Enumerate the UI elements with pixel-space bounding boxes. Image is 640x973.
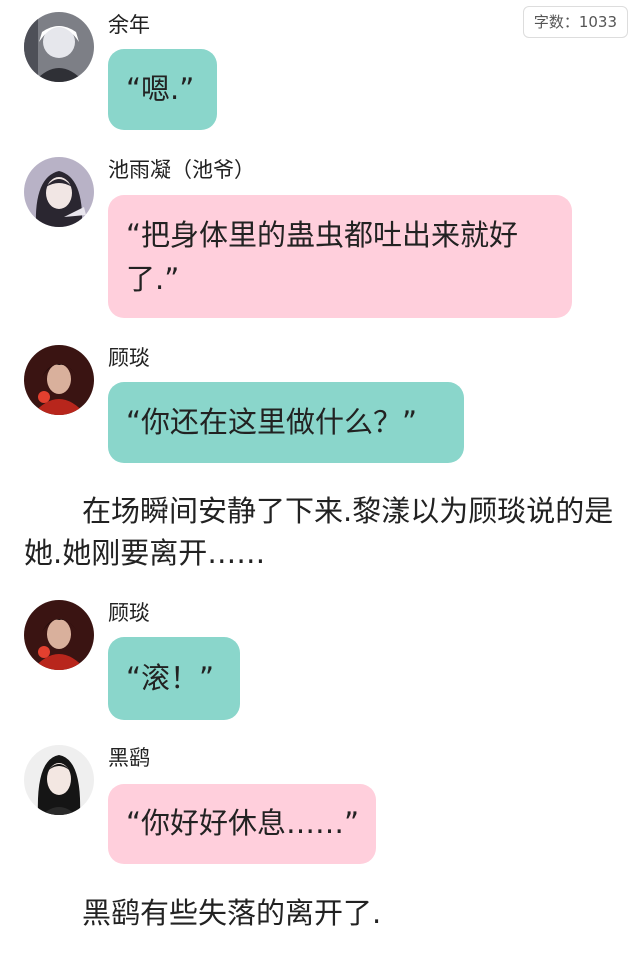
avatar[interactable] [24, 12, 94, 82]
narration-text: 在场瞬间安静了下来.黎漾以为顾琰说的是她.她刚要离开…… [24, 494, 614, 570]
long-black-hair-avatar-icon [24, 745, 94, 815]
chat-message: 池雨凝（池爷） “把身体里的蛊虫都吐出来就好了.” [0, 157, 640, 322]
chat-message: 顾琰 “你还在这里做什么？” [0, 345, 640, 465]
narration-text: 黑鹞有些失落的离开了. [82, 896, 382, 930]
avatar[interactable] [24, 745, 94, 815]
red-dark-avatar-icon [24, 600, 94, 670]
sender-name: 顾琰 [108, 601, 150, 625]
avatar[interactable] [24, 600, 94, 670]
chat-bubble: “把身体里的蛊虫都吐出来就好了.” [108, 195, 572, 318]
chat-message: 黑鹞 “你好好休息……” [0, 745, 640, 865]
chat-bubble: “你还在这里做什么？” [108, 382, 464, 463]
avatar[interactable] [24, 157, 94, 227]
chat-bubble: “你好好休息……” [108, 784, 376, 864]
white-hair-avatar-icon [24, 12, 94, 82]
chat-bubble: “嗯.” [108, 49, 217, 130]
chat-bubble: “滚！” [108, 637, 240, 720]
red-dark-avatar-icon [24, 345, 94, 415]
sender-name: 黑鹞 [108, 746, 150, 770]
chat-message: 顾琰 “滚！” [0, 600, 640, 725]
chat-message: 余年 “嗯.” [0, 12, 640, 132]
dark-hair-girl-avatar-icon [24, 157, 94, 227]
avatar[interactable] [24, 345, 94, 415]
sender-name: 顾琰 [108, 346, 150, 370]
sender-name: 余年 [108, 13, 150, 37]
sender-name: 池雨凝（池爷） [108, 158, 255, 182]
